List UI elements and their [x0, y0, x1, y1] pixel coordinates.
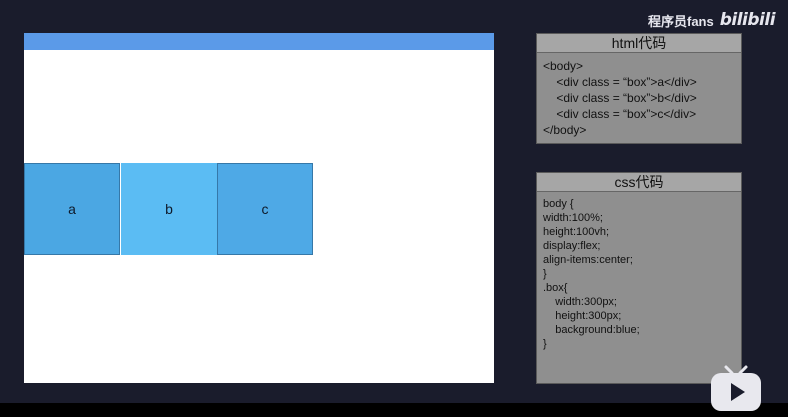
code-line: }: [543, 268, 547, 280]
box-a: a: [24, 163, 120, 255]
css-code-panel: css代码 body { width:100%; height:100vh; d…: [536, 172, 742, 384]
code-line: width:100%;: [543, 212, 603, 224]
box-a-label: a: [68, 201, 76, 217]
html-code-block: <body> <div class = “box”>a</div> <div c…: [537, 53, 741, 143]
code-line: height:300px;: [543, 310, 622, 322]
browser-preview: a b c: [24, 33, 494, 383]
code-line: .box{: [543, 282, 568, 294]
css-panel-title: css代码: [537, 173, 741, 192]
code-line: </body>: [543, 123, 587, 137]
preview-title-bar: [24, 33, 494, 50]
box-c-label: c: [261, 201, 269, 217]
code-line: display:flex;: [543, 240, 601, 252]
box-c: c: [217, 163, 313, 255]
box-b: b: [121, 163, 217, 255]
code-line: <div class = “box”>b</div>: [543, 91, 697, 105]
code-line: }: [543, 338, 547, 350]
code-line: <body>: [543, 59, 584, 73]
html-panel-title: html代码: [537, 34, 741, 53]
channel-name: 程序员fans: [648, 13, 714, 29]
code-line: background:blue;: [543, 324, 640, 336]
code-line: height:100vh;: [543, 226, 610, 238]
bilibili-tv-icon[interactable]: [708, 363, 764, 413]
box-b-label: b: [165, 201, 173, 217]
code-line: <div class = “box”>c</div>: [543, 107, 697, 121]
player-bottom-bar: [0, 403, 788, 417]
code-line: align-items:center;: [543, 254, 633, 266]
code-line: width:300px;: [543, 296, 617, 308]
code-line: body {: [543, 198, 574, 210]
watermark: 程序员fans bilibili: [648, 10, 776, 30]
code-line: <div class = “box”>a</div>: [543, 75, 697, 89]
css-code-block: body { width:100%; height:100vh; display…: [537, 192, 741, 356]
bilibili-logo: bilibili: [719, 10, 776, 30]
html-code-panel: html代码 <body> <div class = “box”>a</div>…: [536, 33, 742, 144]
